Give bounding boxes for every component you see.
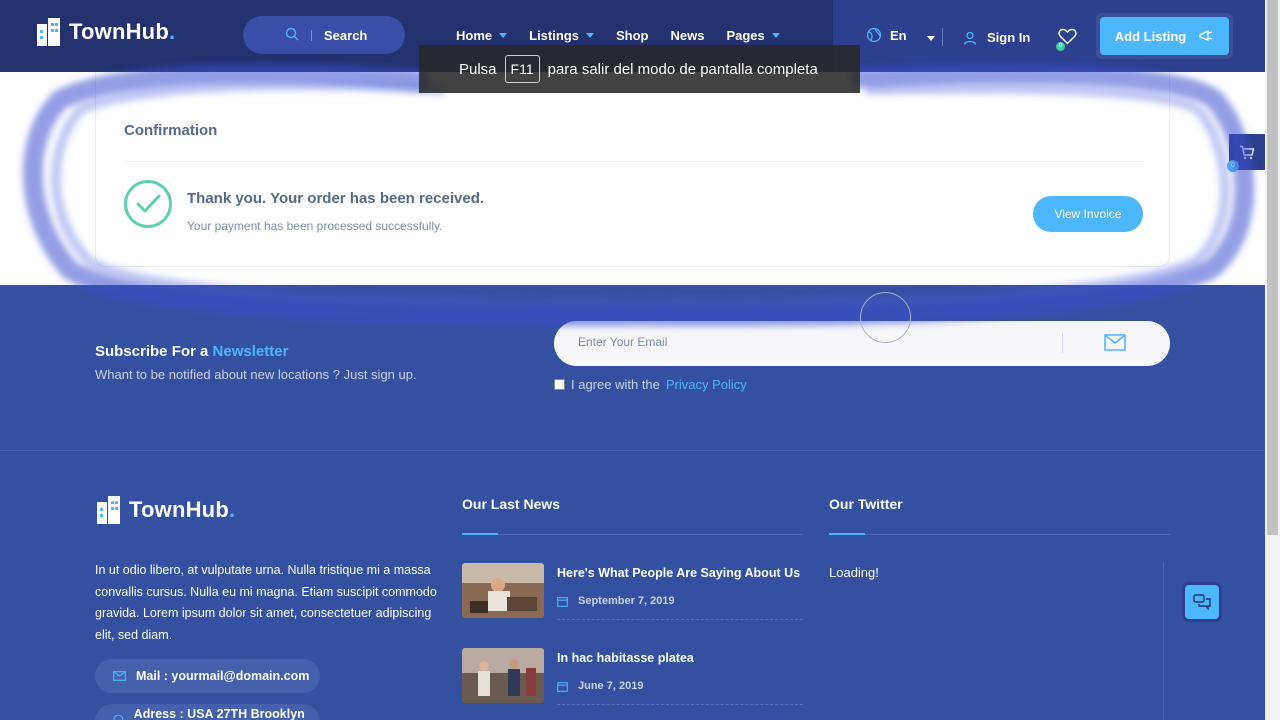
agree-label: I agree with the [571, 377, 660, 392]
cart-count-badge: 0 [1227, 160, 1239, 172]
f11-key: F11 [504, 55, 540, 83]
confirmation-title: Confirmation [124, 122, 218, 139]
chevron-down-icon [499, 33, 508, 38]
last-news-title: Our Last News [462, 496, 561, 512]
user-icon [963, 31, 977, 45]
header-divider [942, 28, 943, 46]
news-item[interactable]: Here's What People Are Saying About Us S… [462, 563, 803, 635]
news-rule [462, 534, 803, 535]
calendar-icon [557, 596, 568, 607]
check-circle-icon [124, 180, 172, 228]
search-label: Search [324, 28, 368, 43]
chat-button[interactable] [1182, 582, 1222, 622]
sign-in-link[interactable]: Sign In [963, 30, 1030, 45]
news-divider [557, 704, 803, 705]
language-label: En [890, 27, 907, 43]
payment-success-message: Your payment has been processed successf… [187, 219, 443, 233]
chevron-down-icon [926, 35, 935, 41]
news-rule-accent [462, 533, 498, 535]
header-search-button[interactable]: Search [243, 16, 405, 54]
twitter-title: Our Twitter [829, 496, 903, 512]
news-thumbnail[interactable] [462, 563, 544, 618]
card-divider [124, 161, 1143, 162]
privacy-agreement: I agree with the Privacy Policy [554, 377, 747, 392]
calendar-icon [557, 681, 568, 692]
envelope-icon[interactable] [1104, 334, 1126, 351]
chevron-down-icon [771, 33, 780, 38]
footer-about-text: In ut odio libero, at vulputate urna. Nu… [95, 563, 437, 642]
footer-mail-link[interactable]: Mail : yourmail@domain.com [95, 659, 320, 693]
news-title[interactable]: In hac habitasse platea [557, 651, 694, 665]
fullscreen-suffix: para salir del modo de pantalla completa [547, 60, 818, 78]
nav-item-shop[interactable]: Shop [616, 28, 649, 43]
news-item[interactable]: In hac habitasse platea June 7, 2019 [462, 648, 803, 720]
news-divider [557, 619, 803, 620]
brand-logo[interactable]: TownHub. [35, 18, 175, 46]
chevron-down-icon [585, 33, 594, 38]
order-confirmation-card: Confirmation Thank you. Your order has b… [95, 72, 1170, 267]
twitter-rule [829, 534, 1170, 535]
footer-brand-name: TownHub. [129, 497, 236, 522]
cursor-indicator [860, 292, 911, 343]
brand-name: TownHub. [69, 19, 176, 44]
cart-icon [1240, 145, 1255, 159]
privacy-checkbox[interactable] [554, 379, 565, 390]
nav-item-home[interactable]: Home [456, 28, 508, 43]
language-selector[interactable]: En [866, 27, 935, 43]
nav-item-listings[interactable]: Listings [529, 28, 594, 43]
twitter-feed-border [1163, 562, 1164, 720]
newsletter-email-input[interactable] [578, 335, 1048, 349]
search-divider [311, 30, 312, 41]
map-pin-icon [113, 714, 124, 720]
search-icon [285, 27, 299, 41]
twitter-rule-accent [829, 533, 865, 535]
news-thumbnail[interactable] [462, 648, 544, 703]
news-date: June 7, 2019 [557, 680, 643, 692]
input-divider [1062, 333, 1063, 353]
envelope-icon [113, 671, 126, 681]
news-title[interactable]: Here's What People Are Saying About Us [557, 566, 800, 580]
scrollbar-thumb[interactable] [1267, 0, 1278, 535]
newsletter-title: Subscribe For a Newsletter [95, 343, 289, 360]
fullscreen-prefix: Pulsa [459, 60, 497, 78]
megaphone-icon [1199, 29, 1213, 41]
view-invoice-button[interactable]: View Invoice [1033, 196, 1143, 232]
fullscreen-notice: Pulsa F11 para salir del modo de pantall… [419, 45, 860, 93]
news-date: September 7, 2019 [557, 595, 675, 607]
main-nav: Home Listings Shop News Pages [456, 28, 802, 43]
privacy-policy-link[interactable]: Privacy Policy [666, 377, 747, 392]
nav-item-pages[interactable]: Pages [726, 28, 780, 43]
footer-address: Adress : USA 27TH Brooklyn NY [95, 704, 320, 720]
building-logo-icon [35, 18, 63, 46]
footer-divider [0, 450, 1265, 451]
footer-logo[interactable]: TownHub. [95, 496, 235, 524]
nav-item-news[interactable]: News [670, 28, 704, 43]
globe-icon [866, 27, 882, 43]
chat-bubbles-icon [1193, 594, 1211, 610]
order-received-heading: Thank you. Your order has been received. [187, 190, 485, 207]
add-listing-button[interactable]: Add Listing [1096, 13, 1233, 59]
twitter-loading-text: Loading! [829, 565, 879, 580]
wishlist-count-badge: 0 [1056, 42, 1065, 51]
building-logo-icon [95, 496, 123, 524]
newsletter-subtitle: Whant to be notified about new locations… [95, 367, 417, 382]
